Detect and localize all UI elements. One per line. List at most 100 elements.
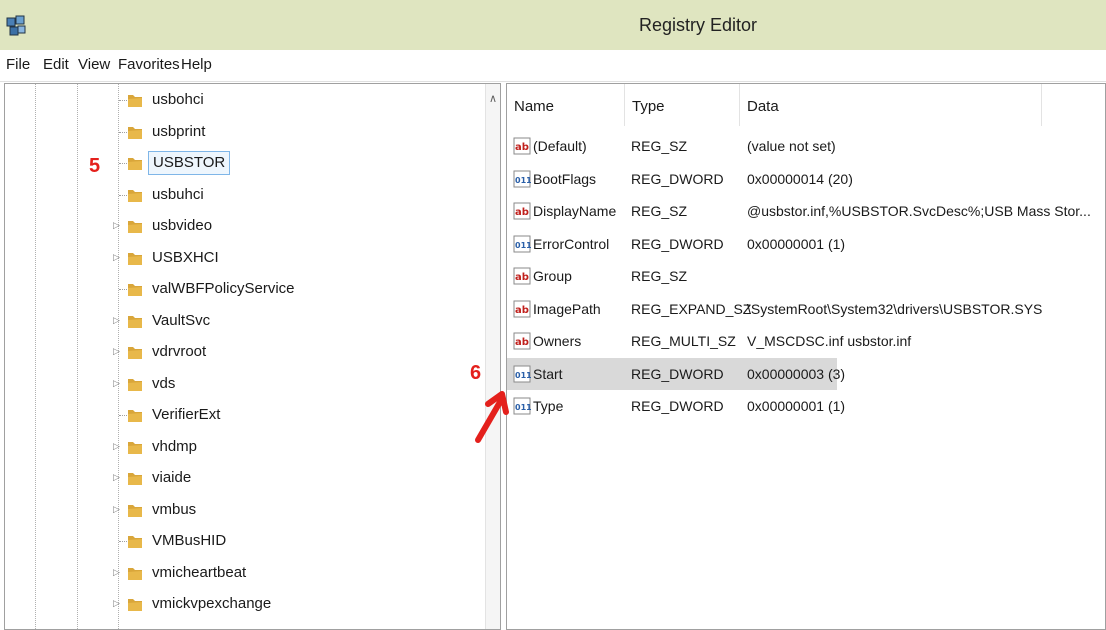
menu-view[interactable]: View (78, 56, 110, 73)
scroll-up-icon[interactable]: ∧ (489, 92, 497, 105)
value-type-cell: REG_DWORD (631, 365, 724, 382)
tree-item[interactable]: ▷ vmicheartbeat (5, 558, 485, 589)
tree-item[interactable]: ▷ viaide (5, 463, 485, 494)
value-type-cell: REG_MULTI_SZ (631, 333, 736, 349)
expand-arrow-icon[interactable]: ▷ (113, 378, 123, 389)
tree-item-label: VaultSvc (152, 311, 211, 329)
svg-text:ab: ab (515, 305, 529, 316)
tree-item[interactable]: VMBusHID (5, 526, 485, 557)
folder-icon (128, 441, 142, 454)
value-name-cell: Type (533, 398, 564, 414)
tree-item-label: VerifierExt (152, 406, 221, 423)
tree-item[interactable]: ▷ vmickvpexchange (5, 589, 485, 620)
value-name-cell: (Default) (533, 138, 587, 154)
value-data-cell: @usbstor.inf,%USBSTOR.SvcDesc%;USB Mass … (747, 203, 1091, 219)
key-tree-pane[interactable]: usbohci usbprint USBSTOR usbuhci ▷ usbvideo ▷ U… (4, 83, 501, 630)
svg-text:ab: ab (515, 337, 529, 348)
tree-scrollbar[interactable]: ∧ (485, 84, 500, 629)
menu-help[interactable]: Help (181, 56, 212, 73)
folder-icon (128, 126, 142, 139)
folder-icon (128, 221, 142, 233)
tree-item-label: viaide (152, 469, 192, 486)
value-row[interactable]: ab (Default) REG_SZ (value not set) (507, 130, 1105, 162)
column-header-name[interactable]: Name (507, 84, 625, 126)
tree-item[interactable]: ▷ VaultSvc (5, 306, 485, 337)
step-5-annotation: 5 (89, 155, 101, 177)
value-row[interactable]: 011 ErrorControl REG_DWORD 0x00000001 (1) (507, 228, 1105, 260)
value-row[interactable]: ab DisplayName REG_SZ @usbstor.inf,%USBSTOR… (507, 195, 1105, 227)
binary-value-icon: 011 (513, 235, 531, 252)
value-row[interactable]: 011 Type REG_DWORD 0x00000001 (1) (507, 390, 1105, 422)
folder-icon (128, 284, 142, 296)
tree-item-label: vmbus (152, 500, 197, 518)
expand-arrow-icon[interactable]: ▷ (113, 252, 123, 263)
tree-item[interactable]: ▷ usbvideo (5, 211, 485, 242)
value-row[interactable]: ab Group REG_SZ (507, 260, 1105, 292)
tree-item[interactable]: ▷ vmbus (5, 495, 485, 526)
menu-edit[interactable]: Edit (43, 56, 69, 73)
column-header-data[interactable]: Data (740, 84, 1042, 126)
tree-item-label: usbprint (152, 122, 206, 140)
tree-item[interactable]: ▷ vhdmp (5, 432, 485, 463)
value-name-cell: BootFlags (533, 170, 597, 187)
value-data-cell: (value not set) (747, 138, 836, 154)
tree-item[interactable]: ▷ vds (5, 369, 485, 400)
folder-icon (128, 378, 142, 391)
value-row[interactable]: 011 Start REG_DWORD 0x00000003 (3) (507, 357, 845, 390)
tree-item[interactable]: VerifierExt (5, 400, 485, 431)
svg-text:011: 011 (515, 241, 531, 250)
expand-arrow-icon[interactable]: ▷ (113, 220, 123, 231)
string-value-icon: ab (513, 137, 531, 155)
expand-arrow-icon[interactable]: ▷ (113, 504, 123, 515)
value-type-cell: REG_DWORD (631, 170, 724, 187)
folder-icon (128, 536, 142, 548)
tree-item-label: vdrvroot (152, 343, 207, 360)
expand-arrow-icon[interactable]: ▷ (113, 472, 123, 483)
value-row[interactable]: 011 BootFlags REG_DWORD 0x00000014 (20) (507, 163, 1105, 195)
folder-icon (128, 567, 142, 580)
value-type-cell: REG_EXPAND_SZ (631, 300, 752, 317)
menu-favorites[interactable]: Favorites (118, 56, 180, 73)
expand-arrow-icon[interactable]: ▷ (113, 567, 123, 578)
expand-arrow-icon[interactable]: ▷ (113, 441, 123, 452)
tree-item[interactable]: valWBFPolicyService (5, 274, 485, 305)
column-header-type[interactable]: Type (625, 84, 740, 126)
tree-item[interactable]: usbuhci (5, 180, 485, 211)
tree-item[interactable]: ▷ USBXHCI (5, 243, 485, 274)
values-list-pane[interactable]: Name Type Data ab (Default) REG_SZ (value n… (506, 83, 1106, 630)
value-data-cell: V_MSCDSC.inf usbstor.inf (747, 333, 912, 349)
folder-icon (128, 158, 142, 170)
value-data-cell: 0x00000001 (1) (747, 398, 846, 414)
value-row[interactable]: ab Owners REG_MULTI_SZ V_MSCDSC.inf usbstor… (507, 325, 1105, 357)
folder-icon (128, 473, 142, 485)
value-type-cell: REG_SZ (631, 268, 688, 284)
value-data-cell: \SystemRoot\System32\drivers\USBSTOR.SYS (747, 300, 1043, 317)
value-name-cell: ErrorControl (533, 235, 610, 252)
title-bar: Registry Editor (0, 0, 1106, 50)
expand-arrow-icon[interactable]: ▷ (113, 598, 123, 609)
value-type-cell: REG_SZ (631, 203, 688, 219)
tree-item-label: vds (152, 374, 176, 392)
tree-item-label: usbuhci (152, 185, 204, 203)
expand-arrow-icon[interactable]: ▷ (113, 315, 123, 326)
value-name-cell: Owners (533, 333, 582, 349)
tree-item[interactable]: usbprint (5, 117, 485, 148)
menu-file[interactable]: File (6, 56, 30, 73)
expand-arrow-icon[interactable]: ▷ (113, 346, 123, 357)
value-data-cell: 0x00000003 (3) (747, 365, 846, 382)
value-name-cell: DisplayName (533, 203, 617, 219)
binary-value-icon: 011 (513, 365, 531, 382)
tree-item-label: valWBFPolicyService (152, 280, 295, 297)
tree-item-label: vmickvpexchange (152, 595, 272, 612)
string-value-icon: ab (513, 332, 531, 350)
folder-icon (128, 504, 142, 517)
tree-item[interactable]: USBSTOR (5, 148, 485, 179)
tree-item[interactable]: ▷ vdrvroot (5, 337, 485, 368)
string-value-icon: ab (513, 267, 531, 285)
value-row[interactable]: ab ImagePath REG_EXPAND_SZ \SystemRoot\Syst… (507, 293, 1105, 325)
binary-value-icon: 011 (513, 170, 531, 187)
tree-item-label: vhdmp (152, 437, 198, 455)
column-header-label: Type (632, 98, 665, 115)
tree-item[interactable]: usbohci (5, 85, 485, 116)
svg-text:011: 011 (515, 371, 531, 380)
